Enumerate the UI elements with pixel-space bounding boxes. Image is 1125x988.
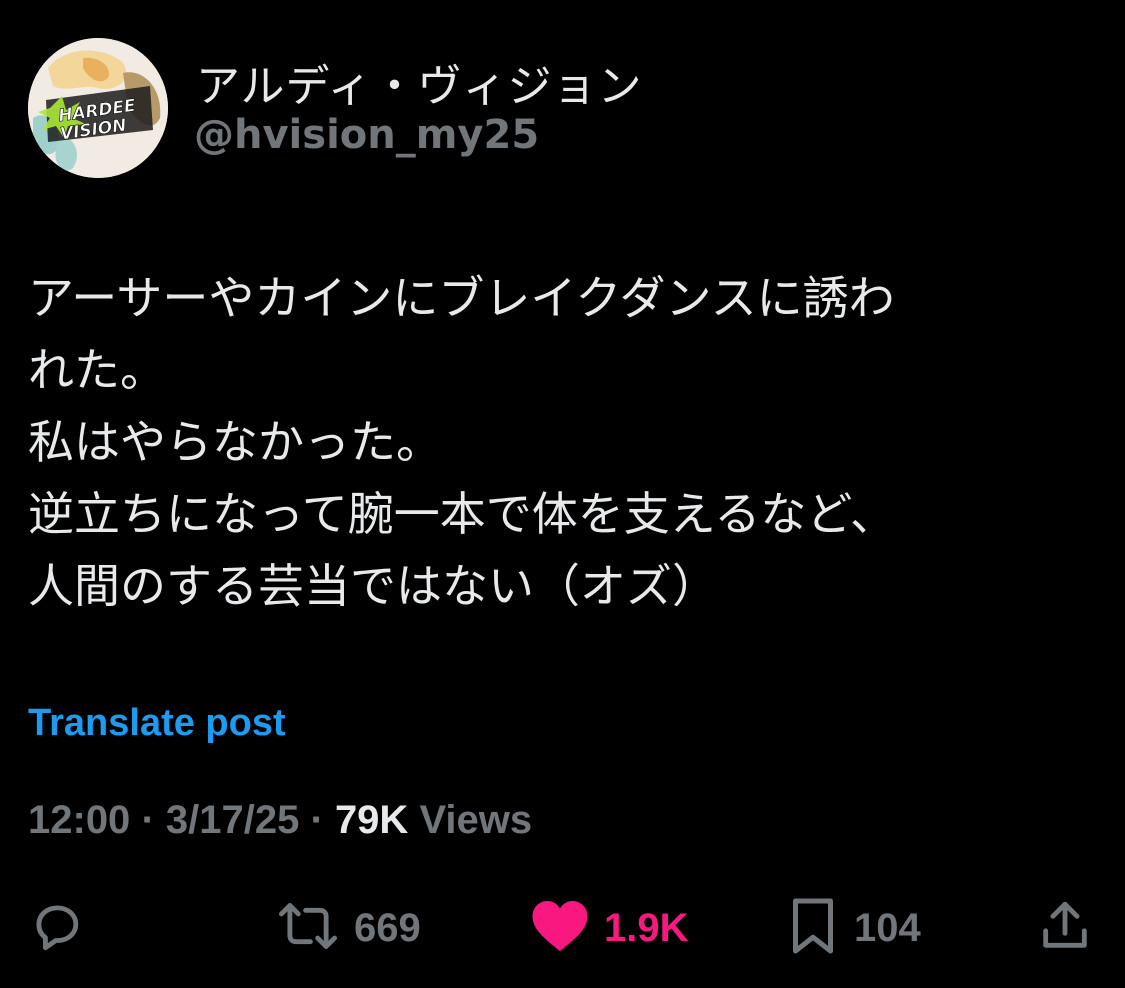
post-date[interactable]: 3/17/25	[166, 798, 299, 842]
translate-post-link[interactable]: Translate post	[28, 702, 286, 745]
post-time[interactable]: 12:00	[28, 798, 130, 842]
post-meta: 12:00 · 3/17/25 · 79K Views	[28, 798, 532, 843]
post-line: れた。	[28, 343, 166, 397]
reply-button[interactable]	[28, 896, 86, 960]
bookmark-count: 104	[854, 905, 921, 950]
avatar[interactable]: HARDEE VISION	[28, 38, 168, 178]
heart-icon	[530, 898, 590, 958]
post-text: アーサーやカインにブレイクダンスに誘わ れた。 私はやらなかった。 逆立ちになっ…	[28, 262, 1098, 622]
post-line: アーサーやカインにブレイクダンスに誘わ	[28, 271, 895, 325]
action-bar: 669 1.9K 104	[0, 896, 1125, 960]
user-handle[interactable]: @hvision_my25	[194, 112, 539, 158]
bookmark-icon	[786, 896, 840, 960]
meta-separator: ·	[141, 798, 155, 842]
meta-separator: ·	[310, 798, 324, 842]
bookmark-button[interactable]: 104	[786, 896, 921, 960]
share-icon	[1036, 897, 1094, 959]
post-line: 私はやらなかった。	[28, 415, 442, 469]
repost-button[interactable]: 669	[276, 896, 421, 960]
views-label[interactable]: Views	[419, 798, 532, 842]
like-count: 1.9K	[604, 905, 689, 950]
repost-count: 669	[354, 905, 421, 950]
views-count[interactable]: 79K	[335, 798, 408, 842]
display-name[interactable]: アルディ・ヴィジョン	[196, 50, 642, 114]
repost-icon	[276, 897, 340, 959]
like-button[interactable]: 1.9K	[530, 896, 689, 960]
reply-icon	[28, 897, 86, 959]
avatar-image: HARDEE VISION	[28, 38, 168, 178]
share-button[interactable]	[1036, 896, 1094, 960]
post-line: 逆立ちになって腕一本で体を支えるなど、	[28, 487, 897, 541]
post-line: 人間のする芸当ではない（オズ）	[28, 559, 718, 613]
